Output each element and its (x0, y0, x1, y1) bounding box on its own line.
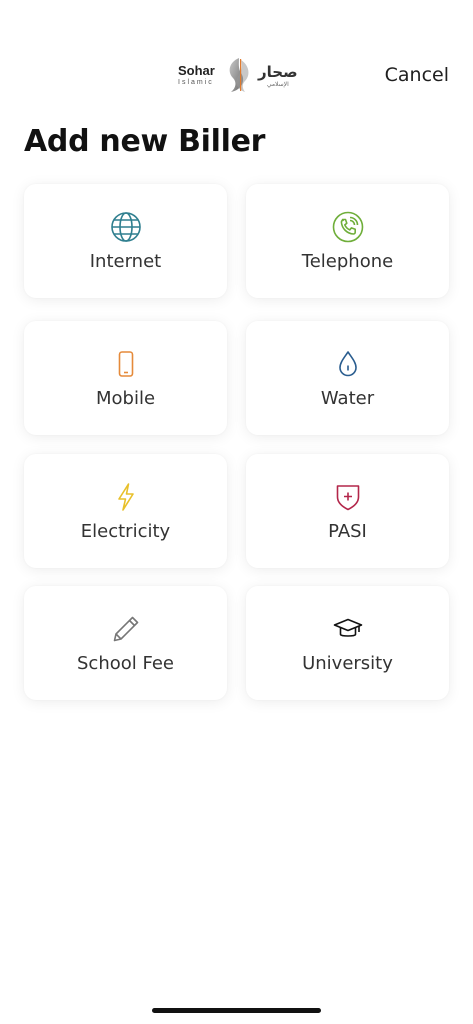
cancel-button[interactable]: Cancel (385, 64, 449, 86)
biller-label: Electricity (80, 520, 171, 542)
biller-card-university[interactable]: University (246, 586, 449, 700)
home-indicator[interactable] (152, 1008, 321, 1013)
biller-label: PASI (328, 520, 367, 542)
biller-card-water[interactable]: Water (246, 321, 449, 435)
biller-label: Internet (89, 250, 162, 272)
shield-plus-icon (332, 481, 364, 513)
biller-card-school-fee[interactable]: School Fee (24, 586, 227, 700)
water-drop-icon (332, 348, 364, 380)
pencil-icon (110, 613, 142, 645)
logo-ar-secondary: الإسلامي (266, 81, 289, 88)
biller-label: University (302, 652, 393, 674)
mobile-icon (110, 348, 142, 380)
biller-label: Telephone (301, 250, 394, 272)
logo-ar-primary: صحار (258, 63, 298, 81)
lightning-icon (110, 481, 142, 513)
biller-label: Water (320, 387, 375, 409)
add-biller-screen: Sohar Islamic صحار الإسلامي Cancel Add n… (0, 0, 473, 1024)
logo-arabic-text: صحار الإسلامي (258, 62, 298, 88)
biller-card-telephone[interactable]: Telephone (246, 184, 449, 298)
biller-card-internet[interactable]: Internet (24, 184, 227, 298)
sohar-islamic-logo: Sohar Islamic صحار الإسلامي (178, 56, 298, 94)
biller-card-electricity[interactable]: Electricity (24, 454, 227, 568)
logo-en-primary: Sohar (178, 62, 215, 78)
logo-en-secondary: Islamic (178, 78, 214, 86)
globe-icon (110, 211, 142, 243)
biller-label: Mobile (95, 387, 156, 409)
phone-icon (332, 211, 364, 243)
biller-label: School Fee (77, 652, 174, 674)
biller-grid: Internet Telephone Mobile Water Electric… (24, 184, 449, 700)
biller-card-pasi[interactable]: PASI (246, 454, 449, 568)
biller-card-mobile[interactable]: Mobile (24, 321, 227, 435)
logo-mark-icon (229, 58, 249, 92)
logo-english-text: Sohar Islamic (178, 62, 220, 87)
page-title: Add new Biller (24, 124, 266, 159)
graduation-cap-icon (332, 613, 364, 645)
